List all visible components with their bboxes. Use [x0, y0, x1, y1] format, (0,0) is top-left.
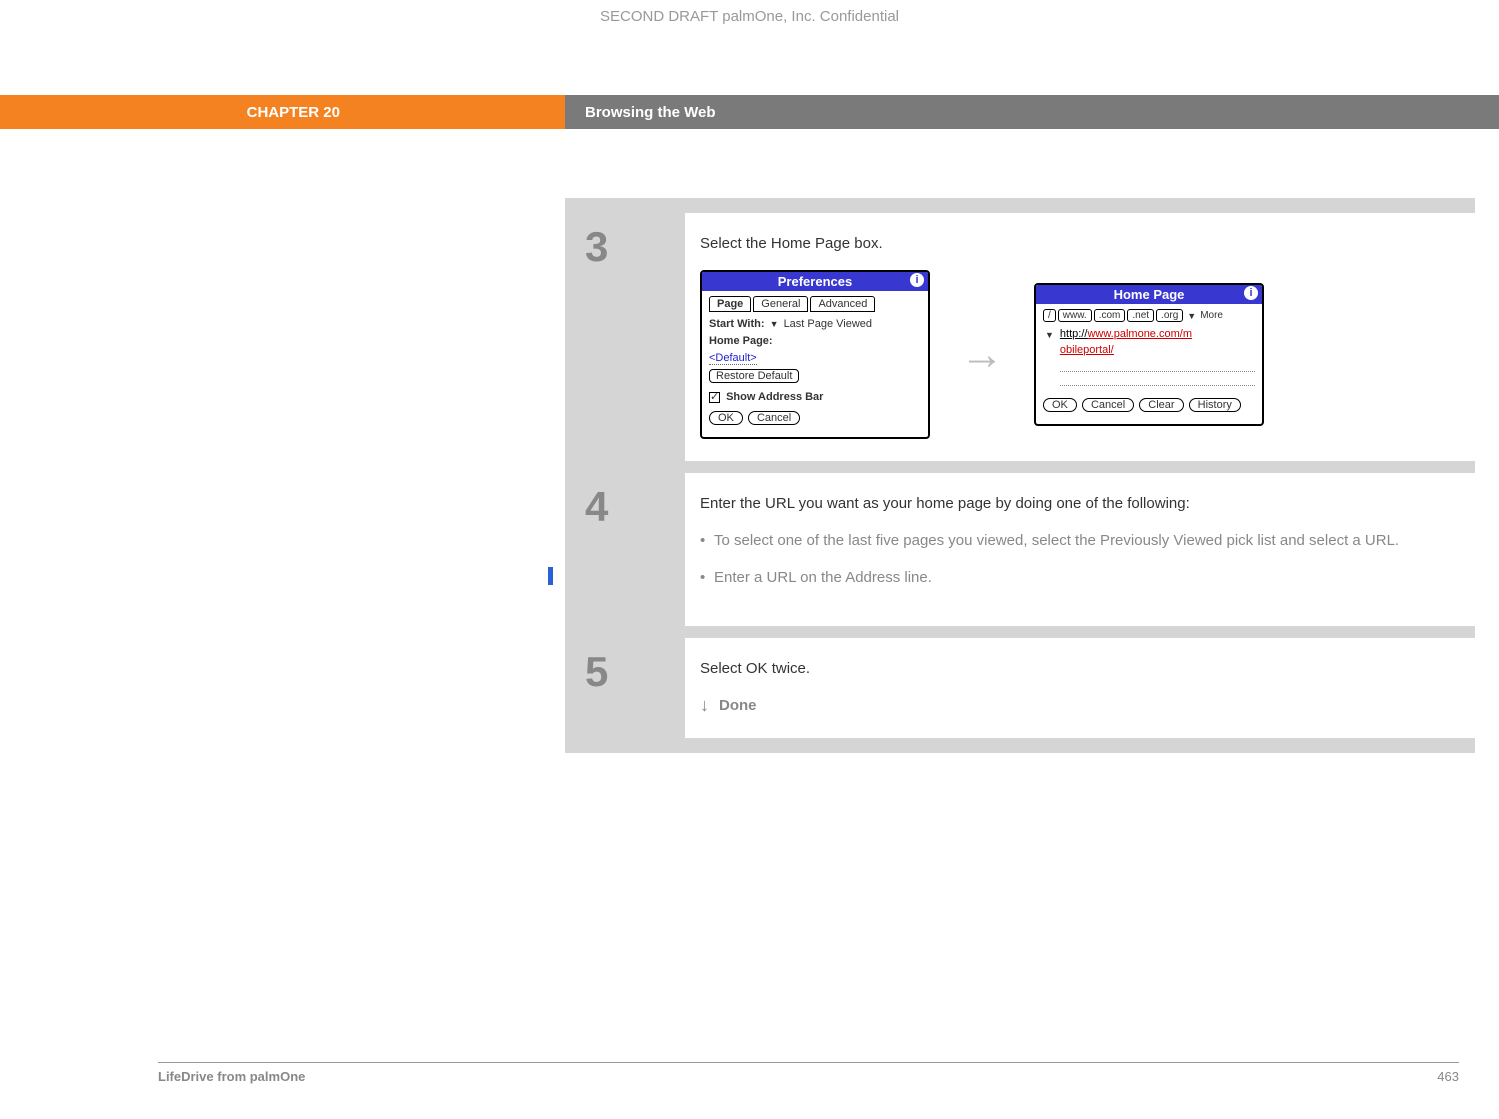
dropdown-icon[interactable]: ▼: [1045, 330, 1054, 340]
home-page-row: Home Page:: [709, 335, 921, 347]
footer: LifeDrive from palmOne 463: [158, 1062, 1459, 1084]
done-row: ↓ Done: [700, 695, 1455, 716]
screenshots-row: Preferences i Page General Advanced Star…: [700, 270, 1455, 439]
hp-shortcuts-row: / www. .com .net .org ▼ More: [1043, 309, 1255, 322]
show-address-label: Show Address Bar: [726, 391, 823, 403]
homepage-title-text: Home Page: [1114, 287, 1185, 302]
btn-www[interactable]: www.: [1058, 309, 1092, 322]
clear-button[interactable]: Clear: [1139, 398, 1183, 412]
steps-container: 3 Select the Home Page box. Preferences …: [565, 198, 1475, 753]
dropdown-icon[interactable]: ▼: [770, 319, 779, 329]
history-button[interactable]: History: [1189, 398, 1241, 412]
step-number-4: 4: [565, 473, 685, 626]
step-content-4: Enter the URL you want as your home page…: [685, 473, 1475, 626]
step-4: 4 Enter the URL you want as your home pa…: [565, 473, 1475, 626]
step-number-5: 5: [565, 638, 685, 738]
bullet-item-1: To select one of the last five pages you…: [700, 530, 1455, 551]
tab-advanced[interactable]: Advanced: [810, 296, 875, 312]
prefs-body: Page General Advanced Start With: ▼ Last…: [702, 291, 928, 437]
btn-slash[interactable]: /: [1043, 309, 1056, 322]
footer-product: LifeDrive from palmOne: [158, 1069, 305, 1084]
ok-button[interactable]: OK: [1043, 398, 1077, 412]
url-prefix: http://: [1060, 328, 1088, 340]
prefs-title-text: Preferences: [778, 274, 852, 289]
start-with-row: Start With: ▼ Last Page Viewed: [709, 318, 921, 330]
preferences-title: Preferences i: [702, 272, 928, 291]
step-5: 5 Select OK twice. ↓ Done: [565, 638, 1475, 738]
prefs-tabs: Page General Advanced: [709, 296, 921, 312]
footer-page-number: 463: [1437, 1069, 1459, 1084]
checkbox-icon[interactable]: [709, 392, 720, 403]
url-highlight: www.palmone.com/m: [1087, 328, 1192, 340]
home-page-label: Home Page:: [709, 335, 773, 347]
restore-default-button[interactable]: Restore Default: [709, 369, 799, 383]
url-row: ▼ http://www.palmone.com/m obileportal/: [1043, 328, 1255, 388]
default-value[interactable]: <Default>: [709, 352, 757, 365]
step-5-title: Select OK twice.: [700, 660, 1455, 677]
arrow-right-icon: →: [960, 330, 1004, 380]
bullet-list: To select one of the last five pages you…: [700, 530, 1455, 588]
change-bar: [548, 567, 553, 585]
step-content-5: Select OK twice. ↓ Done: [685, 638, 1475, 738]
dotted-line: [1060, 374, 1255, 386]
ok-button[interactable]: OK: [709, 411, 743, 425]
start-with-value: Last Page Viewed: [784, 318, 872, 330]
url-highlight-2: obileportal/: [1060, 344, 1114, 356]
chapter-bar: CHAPTER 20 Browsing the Web: [0, 95, 1499, 129]
done-arrow-icon: ↓: [700, 695, 709, 716]
dotted-line: [1060, 360, 1255, 372]
homepage-screen: Home Page i / www. .com .net .org ▼ More: [1034, 283, 1264, 426]
btn-net[interactable]: .net: [1127, 309, 1154, 322]
btn-org[interactable]: .org: [1156, 309, 1183, 322]
chapter-label: CHAPTER 20: [0, 95, 565, 129]
restore-row: Restore Default: [709, 369, 921, 383]
preferences-screen: Preferences i Page General Advanced Star…: [700, 270, 930, 439]
prefs-buttons-row: OK Cancel: [709, 411, 921, 425]
cancel-button[interactable]: Cancel: [748, 411, 800, 425]
chapter-title: Browsing the Web: [565, 95, 1499, 129]
hp-buttons-row: OK Cancel Clear History: [1043, 398, 1255, 412]
btn-more[interactable]: More: [1200, 310, 1223, 321]
done-text: Done: [719, 697, 757, 714]
dropdown-icon[interactable]: ▼: [1187, 311, 1196, 321]
step-3: 3 Select the Home Page box. Preferences …: [565, 213, 1475, 461]
step-number-3: 3: [565, 213, 685, 461]
step-content-3: Select the Home Page box. Preferences i …: [685, 213, 1475, 461]
draft-header: SECOND DRAFT palmOne, Inc. Confidential: [0, 8, 1499, 25]
tab-page[interactable]: Page: [709, 296, 751, 312]
start-with-label: Start With:: [709, 318, 765, 330]
homepage-body: / www. .com .net .org ▼ More ▼: [1036, 304, 1262, 424]
step-3-title: Select the Home Page box.: [700, 235, 1455, 252]
url-line-1: http://www.palmone.com/m: [1060, 328, 1255, 340]
url-line-2: obileportal/: [1060, 344, 1255, 356]
info-icon[interactable]: i: [910, 273, 924, 287]
step-4-title: Enter the URL you want as your home page…: [700, 495, 1455, 512]
cancel-button[interactable]: Cancel: [1082, 398, 1134, 412]
info-icon[interactable]: i: [1244, 286, 1258, 300]
btn-com[interactable]: .com: [1094, 309, 1126, 322]
tab-general[interactable]: General: [753, 296, 808, 312]
default-row: <Default>: [709, 352, 921, 364]
bullet-item-2: Enter a URL on the Address line.: [700, 567, 1455, 588]
url-area[interactable]: http://www.palmone.com/m obileportal/: [1060, 328, 1255, 388]
show-address-row: Show Address Bar: [709, 391, 921, 403]
homepage-title: Home Page i: [1036, 285, 1262, 304]
